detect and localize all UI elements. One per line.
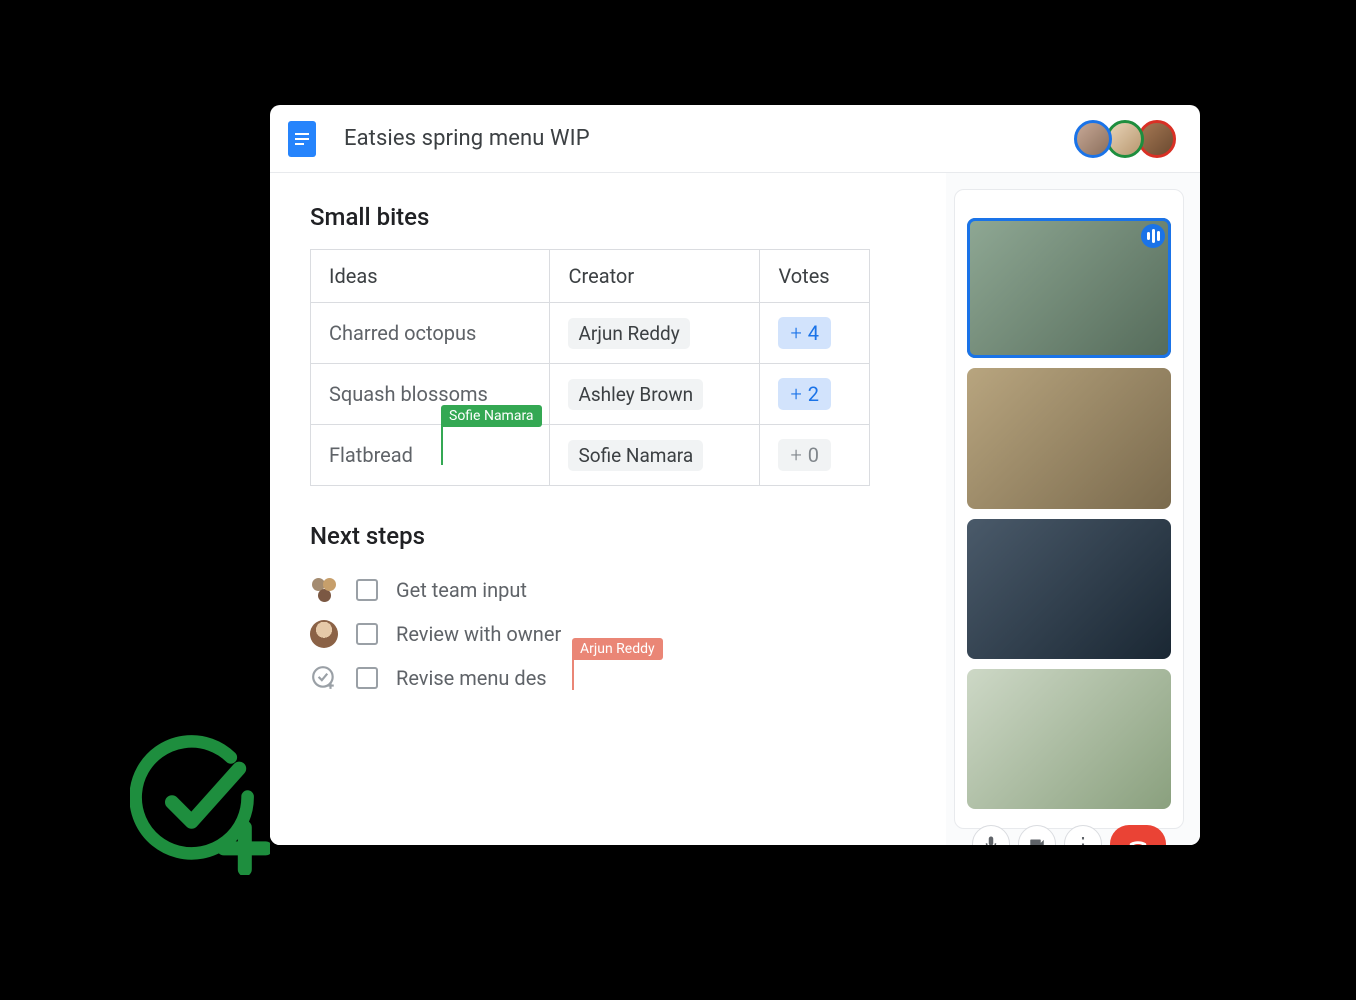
video-tile[interactable]	[967, 519, 1171, 659]
task-label[interactable]: Review with owner	[396, 622, 561, 646]
col-creator: Creator	[550, 250, 760, 303]
votes-cell[interactable]: +0	[760, 425, 870, 486]
assignee-group-icon[interactable]	[310, 576, 338, 604]
next-steps-section: Next steps Get team input Review with ow…	[310, 522, 906, 700]
vote-badge[interactable]: +0	[778, 439, 831, 471]
ideas-table[interactable]: Ideas Creator Votes Charred octopus Arju…	[310, 249, 870, 486]
checkbox[interactable]	[356, 579, 378, 601]
avatar[interactable]	[1074, 120, 1112, 158]
task-row[interactable]: Revise menu des Arjun Reddy	[310, 656, 906, 700]
meet-controls: ⋮	[967, 819, 1171, 845]
collaborator-avatars	[1080, 120, 1176, 158]
checkbox[interactable]	[356, 667, 378, 689]
mic-icon	[982, 835, 1000, 845]
creator-chip[interactable]: Arjun Reddy	[568, 318, 689, 349]
creator-cell[interactable]: Sofie Namara	[550, 425, 760, 486]
video-tile[interactable]	[967, 218, 1171, 358]
idea-cell[interactable]: Flatbread Sofie Namara	[311, 425, 550, 486]
idea-cell[interactable]: Charred octopus	[311, 303, 550, 364]
hangup-button[interactable]	[1110, 825, 1166, 845]
table-row[interactable]: Flatbread Sofie Namara Sofie Namara +0	[311, 425, 870, 486]
document-title[interactable]: Eatsies spring menu WIP	[344, 126, 590, 151]
section-heading: Small bites	[310, 203, 906, 231]
section-heading: Next steps	[310, 522, 906, 550]
collaborator-cursor-label: Arjun Reddy	[572, 638, 663, 660]
creator-cell[interactable]: Ashley Brown	[550, 364, 760, 425]
meet-panel: ⋮	[954, 189, 1184, 829]
collaborator-cursor-icon	[441, 427, 443, 465]
speaking-indicator-icon	[1141, 224, 1165, 248]
col-votes: Votes	[760, 250, 870, 303]
document-body[interactable]: Small bites Ideas Creator Votes Charred …	[270, 173, 946, 845]
video-tile[interactable]	[967, 368, 1171, 508]
checkbox[interactable]	[356, 623, 378, 645]
vote-badge[interactable]: +2	[778, 378, 831, 410]
plus-icon: +	[790, 443, 801, 467]
creator-cell[interactable]: Arjun Reddy	[550, 303, 760, 364]
task-label[interactable]: Revise menu des	[396, 666, 547, 690]
collaborator-cursor-label: Sofie Namara	[441, 405, 542, 427]
table-row[interactable]: Charred octopus Arjun Reddy +4	[311, 303, 870, 364]
table-header-row: Ideas Creator Votes	[311, 250, 870, 303]
doc-window: Eatsies spring menu WIP Small bites Idea…	[270, 105, 1200, 845]
plus-icon: +	[790, 382, 801, 406]
collaborator-cursor-icon	[572, 660, 574, 690]
votes-cell[interactable]: +4	[760, 303, 870, 364]
camera-button[interactable]	[1018, 825, 1056, 845]
assignee-avatar-icon[interactable]	[310, 620, 338, 648]
plus-icon: +	[790, 321, 801, 345]
mic-button[interactable]	[972, 825, 1010, 845]
table-row[interactable]: Squash blossoms Ashley Brown +2	[311, 364, 870, 425]
docs-app-icon[interactable]	[288, 121, 316, 157]
more-options-button[interactable]: ⋮	[1064, 825, 1102, 845]
video-tile[interactable]	[967, 669, 1171, 809]
content-area: Small bites Ideas Creator Votes Charred …	[270, 173, 1200, 845]
camera-icon	[1028, 835, 1046, 845]
task-add-icon[interactable]	[310, 664, 338, 692]
task-checkmark-plus-icon	[130, 735, 270, 875]
hangup-icon	[1127, 833, 1149, 845]
creator-chip[interactable]: Sofie Namara	[568, 440, 703, 471]
titlebar: Eatsies spring menu WIP	[270, 105, 1200, 173]
creator-chip[interactable]: Ashley Brown	[568, 379, 703, 410]
task-label[interactable]: Get team input	[396, 578, 527, 602]
task-row[interactable]: Get team input	[310, 568, 906, 612]
vote-badge[interactable]: +4	[778, 317, 831, 349]
votes-cell[interactable]: +2	[760, 364, 870, 425]
col-ideas: Ideas	[311, 250, 550, 303]
